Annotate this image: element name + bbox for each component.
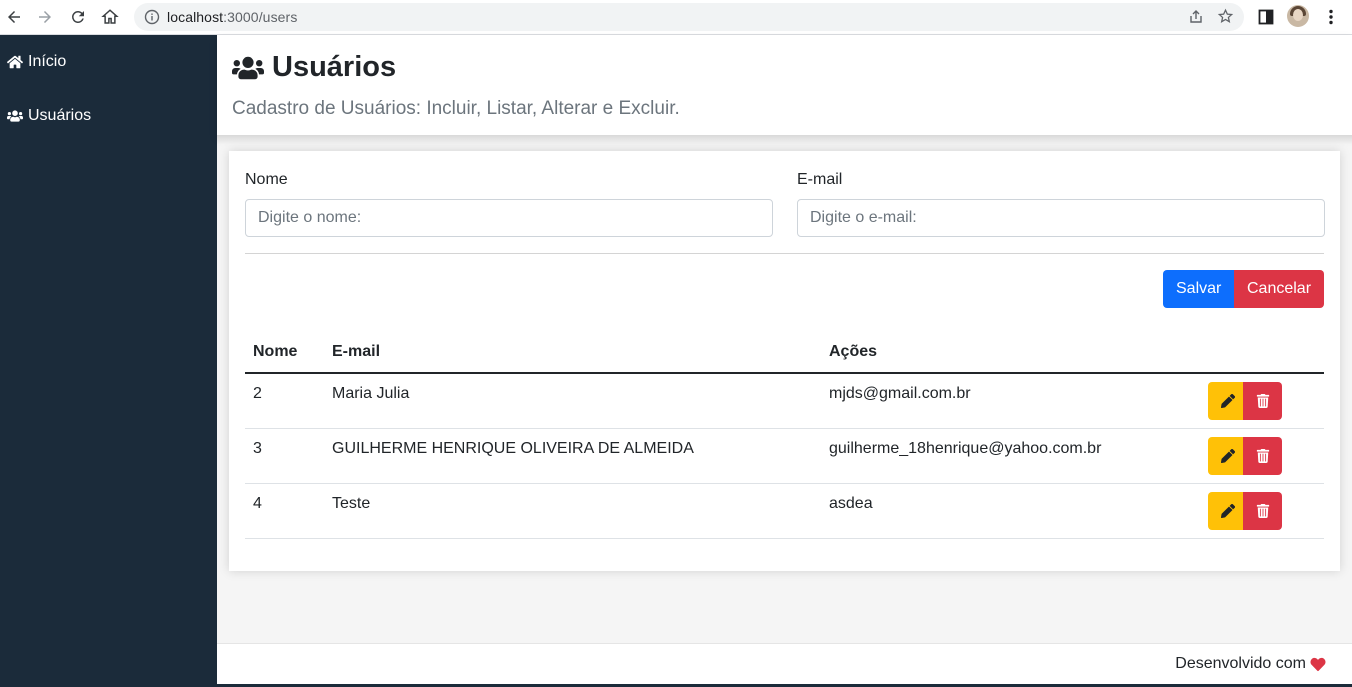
profile-avatar[interactable] <box>1287 5 1309 27</box>
name-input[interactable] <box>245 199 773 237</box>
cell-id: 2 <box>245 373 324 429</box>
cell-id: 4 <box>245 483 324 539</box>
table-header-row: Nome E-mail Ações <box>245 331 1324 374</box>
side-panel-icon[interactable] <box>1255 6 1277 28</box>
cell-name: Maria Julia <box>324 373 821 429</box>
trash-icon <box>1256 448 1269 463</box>
edit-button[interactable] <box>1208 436 1247 475</box>
cell-email: asdea <box>821 483 1200 539</box>
trash-icon <box>1256 503 1269 518</box>
sidebar-item-inicio[interactable]: Início <box>7 53 66 71</box>
users-icon <box>232 56 264 79</box>
url-text: localhost:3000/users <box>167 9 297 25</box>
bookmark-star-icon[interactable] <box>1217 8 1234 25</box>
cancel-button[interactable]: Cancelar <box>1234 270 1324 308</box>
form-divider <box>245 253 1324 254</box>
edit-button[interactable] <box>1208 382 1247 420</box>
back-arrow-icon[interactable] <box>1 4 27 30</box>
kebab-menu-icon[interactable] <box>1320 6 1342 28</box>
cell-name: Teste <box>324 483 821 539</box>
page-footer: Desenvolvido com <box>217 643 1352 684</box>
main-content: Usuários Cadastro de Usuários: Incluir, … <box>217 35 1352 687</box>
cell-actions <box>1200 373 1324 429</box>
sidebar-item-usuarios[interactable]: Usuários <box>7 107 91 125</box>
users-icon <box>7 110 23 122</box>
table-row: 2 Maria Julia mjds@gmail.com.br <box>245 373 1324 429</box>
users-card: Nome E-mail Salvar Cancelar Nome E-mail … <box>229 151 1340 571</box>
sidebar-item-label: Usuários <box>28 107 92 124</box>
sidebar-item-label: Início <box>28 53 67 70</box>
column-header-acoes: Ações <box>821 331 1200 374</box>
home-browser-icon[interactable] <box>97 4 123 30</box>
cell-email: mjds@gmail.com.br <box>821 373 1200 429</box>
pencil-icon <box>1220 394 1235 408</box>
cell-id: 3 <box>245 428 324 484</box>
heart-icon <box>1310 657 1326 671</box>
page-header: Usuários Cadastro de Usuários: Incluir, … <box>217 35 1352 135</box>
sidebar: Início Usuários <box>0 35 217 687</box>
home-icon <box>7 55 23 69</box>
cell-actions <box>1200 483 1324 539</box>
email-label: E-mail <box>797 171 843 188</box>
column-header-empty <box>1200 331 1324 374</box>
cell-actions <box>1200 428 1324 484</box>
page-title: Usuários <box>232 51 396 84</box>
url-path: :3000/users <box>223 9 298 25</box>
address-bar[interactable]: localhost:3000/users <box>134 3 1244 31</box>
forward-arrow-icon[interactable] <box>32 4 58 30</box>
cell-email: guilherme_18henrique@yahoo.com.br <box>821 428 1200 484</box>
info-icon[interactable] <box>144 9 160 25</box>
share-icon[interactable] <box>1188 9 1204 25</box>
save-button[interactable]: Salvar <box>1163 270 1234 308</box>
page-title-text: Usuários <box>272 51 397 83</box>
reload-icon[interactable] <box>65 4 91 30</box>
footer-credit: Desenvolvido com <box>1175 655 1326 673</box>
delete-button[interactable] <box>1243 491 1282 530</box>
browser-toolbar: localhost:3000/users <box>0 0 1352 35</box>
edit-button[interactable] <box>1208 491 1247 530</box>
users-table: Nome E-mail Ações 2 Maria Julia mjds@gma… <box>245 331 1324 539</box>
pencil-icon <box>1220 448 1235 463</box>
table-row: 4 Teste asdea <box>245 483 1324 539</box>
column-header-nome: Nome <box>245 331 324 374</box>
table-row: 3 GUILHERME HENRIQUE OLIVEIRA DE ALMEIDA… <box>245 428 1324 484</box>
pencil-icon <box>1220 503 1235 518</box>
trash-icon <box>1256 394 1269 408</box>
footer-text: Desenvolvido com <box>1175 655 1306 672</box>
column-header-email: E-mail <box>324 331 821 374</box>
page-subtitle: Cadastro de Usuários: Incluir, Listar, A… <box>232 98 680 119</box>
url-host: localhost <box>167 9 224 25</box>
delete-button[interactable] <box>1243 382 1282 420</box>
delete-button[interactable] <box>1243 436 1282 475</box>
email-input[interactable] <box>797 199 1325 237</box>
header-shadow-strip <box>217 135 1352 145</box>
name-label: Nome <box>245 171 288 188</box>
cell-name: GUILHERME HENRIQUE OLIVEIRA DE ALMEIDA <box>324 428 821 484</box>
